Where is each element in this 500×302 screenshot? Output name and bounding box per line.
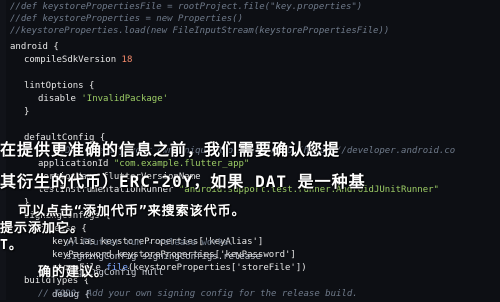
code-line: signingConfig null <box>66 268 164 278</box>
code-line: lintOptions { <box>24 79 500 93</box>
code-line: compileSdkVersion 18 <box>24 53 500 67</box>
code-line: disable 'InvalidPackage' <box>38 92 500 106</box>
overlay-text-line-2: 其衍生的代币）ERC-20Y，如果 DAT 是一种基 <box>0 172 366 191</box>
code-token: applicationId <box>38 159 114 169</box>
code-token: compileSdkVersion <box>24 55 122 65</box>
code-token: { <box>89 81 95 91</box>
code-token: 18 <box>121 55 133 65</box>
code-token: android <box>10 42 54 52</box>
overlay-text-line-6: 确的建议。 <box>38 265 109 280</box>
code-token: "com.example.flutter_app" <box>113 159 250 169</box>
code-token: disable <box>38 94 82 104</box>
code-token: //keystoreProperties.load(new FileInputS… <box>10 26 390 36</box>
code-token: } <box>24 107 30 117</box>
code-line: // Flutter run --release works. <box>66 238 234 248</box>
overlay-text-line-5: T。 <box>0 238 23 253</box>
overlay-text-line-3: 可以点击“添加代币”来搜索该代币。 <box>18 204 246 219</box>
code-line: signingConfig signingConfigs.release <box>66 252 262 262</box>
overlay-text-line-4: 提示添加它。 <box>0 221 85 236</box>
code-token: { <box>53 42 59 52</box>
code-token: //def keystorePropertiesFile = rootProje… <box>10 2 363 12</box>
code-token: //def keystoreProperties = new Propertie… <box>10 14 243 24</box>
code-token: 'InvalidPackage' <box>81 94 169 104</box>
code-line: android { <box>10 40 500 54</box>
code-token: lintOptions <box>24 81 90 91</box>
overlay-text-line-1: 在提供更准确的信息之前，我们需要确认您提 <box>0 140 341 159</box>
code-line: } <box>24 105 500 119</box>
code-line: //keystoreProperties.load(new FileInputS… <box>10 24 500 38</box>
code-line: release { <box>38 222 500 236</box>
